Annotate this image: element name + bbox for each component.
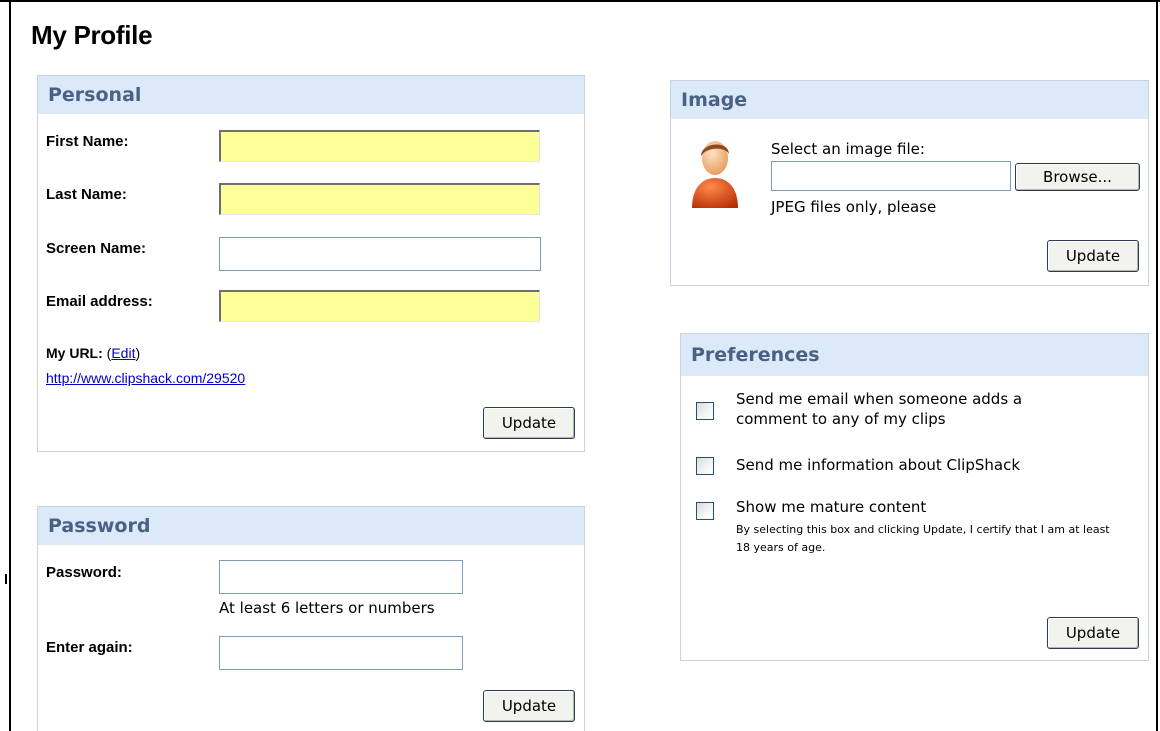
my-url-label: My URL: — [46, 345, 103, 361]
password-hint: At least 6 letters or numbers — [219, 599, 435, 617]
screen-name-label: Screen Name: — [46, 240, 147, 257]
last-name-label: Last Name: — [46, 186, 127, 203]
pref-mature-content-checkbox[interactable] — [696, 502, 714, 520]
image-hint: JPEG files only, please — [771, 198, 937, 216]
edit-url-link[interactable]: Edit — [111, 345, 135, 361]
profile-url-link[interactable]: http://www.clipshack.com/29520 — [46, 370, 245, 386]
image-update-button[interactable]: Update — [1047, 240, 1139, 272]
my-url-paren-close: ) — [135, 345, 141, 361]
enter-again-label: Enter again: — [46, 639, 133, 656]
user-avatar-icon — [692, 141, 738, 208]
preferences-panel-header: Preferences — [681, 334, 1148, 376]
image-panel-header: Image — [671, 81, 1148, 119]
pref-email-on-comment-label: Send me email when someone adds a commen… — [736, 390, 1023, 428]
password-panel-header: Password — [38, 507, 584, 545]
page-title: My Profile — [31, 20, 153, 50]
mature-content-note: By selecting this box and clicking Updat… — [736, 523, 1110, 554]
screen-name-field[interactable] — [219, 237, 541, 271]
page-frame: My Profile Personal First Name: Last Nam… — [0, 0, 1160, 731]
personal-update-button[interactable]: Update — [483, 407, 575, 439]
image-file-path-field[interactable] — [771, 161, 1011, 191]
window-top-border — [0, 0, 1160, 2]
pref-clipshack-info-label: Send me information about ClipShack — [736, 456, 1021, 474]
first-name-label: First Name: — [46, 133, 129, 150]
last-name-field[interactable] — [219, 183, 540, 215]
password-confirm-field[interactable] — [219, 636, 463, 670]
email-label: Email address: — [46, 293, 153, 310]
window-left-border — [9, 0, 11, 731]
my-url-line: My URL: (Edit) — [46, 345, 140, 361]
password-update-button[interactable]: Update — [483, 690, 575, 722]
window-right-border — [1156, 0, 1158, 731]
pref-clipshack-info-checkbox[interactable] — [696, 457, 714, 475]
first-name-field[interactable] — [219, 130, 540, 162]
select-image-label: Select an image file: — [771, 140, 925, 158]
password-field[interactable] — [219, 560, 463, 594]
password-label: Password: — [46, 564, 122, 581]
browse-button[interactable]: Browse... — [1015, 163, 1140, 191]
pref-mature-content-label: Show me mature content — [736, 498, 927, 516]
personal-panel-header: Personal — [38, 76, 584, 114]
pref-email-on-comment-checkbox[interactable] — [696, 402, 714, 420]
edge-mark — [5, 574, 7, 584]
preferences-update-button[interactable]: Update — [1047, 617, 1139, 649]
email-field[interactable] — [219, 290, 540, 322]
